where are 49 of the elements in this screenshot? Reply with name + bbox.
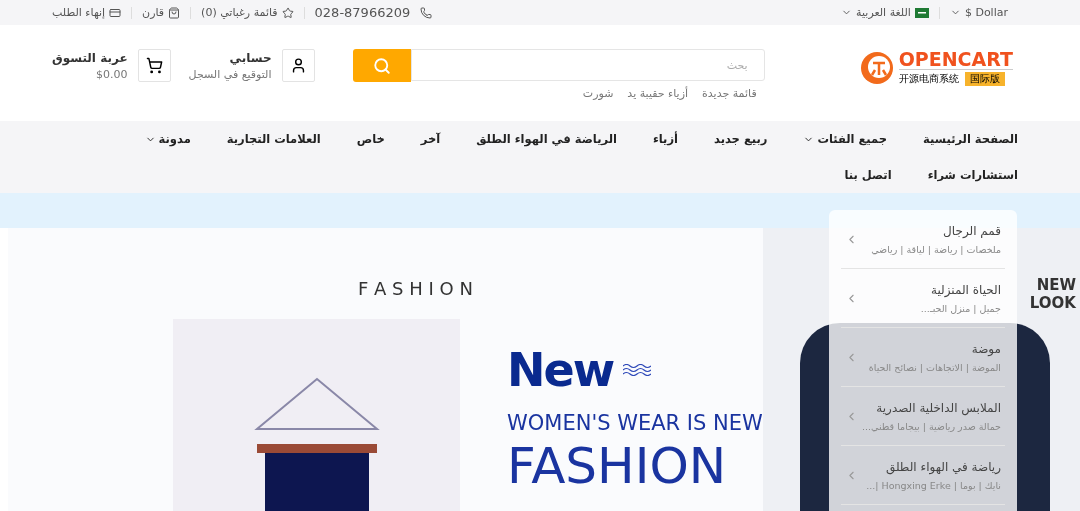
nav-link[interactable]: أزياء <box>652 121 678 157</box>
star-icon <box>281 6 294 19</box>
account-title: حسابي <box>228 50 272 65</box>
banner-big-text: FASHION <box>507 437 728 495</box>
logo-icon <box>858 49 895 86</box>
wishlist-link[interactable]: قائمة رغباتي (0) <box>201 6 294 19</box>
phone-number: 028-87966209 <box>314 5 411 20</box>
cart-title: عربة التسوق <box>52 50 128 65</box>
sign-in-link[interactable]: التوقيع في السجل <box>188 67 272 81</box>
account-button[interactable] <box>281 49 315 82</box>
flag-icon <box>914 7 929 18</box>
currency-selector[interactable]: Dollar $ <box>949 6 1008 19</box>
banner-title: F A S H I O N <box>358 278 473 299</box>
banner-tagline: WOMEN'S WEAR IS NEW <box>507 411 763 435</box>
nav-link[interactable]: الصفحة الرئيسية <box>923 121 1018 157</box>
search-suggestion-link[interactable]: أزياء حقيبة يد <box>627 87 689 100</box>
banner-side-text: NEW LOOK <box>1028 276 1076 312</box>
nav-link[interactable]: خاص <box>356 121 385 157</box>
nav-link[interactable]: آخر <box>420 121 441 157</box>
category-item[interactable]: رياضة في الهواء الطلق نايك | بوما | Hongxing Erke |... <box>841 446 1005 505</box>
waves-icon <box>623 364 652 376</box>
nav-link[interactable]: جميع الفئات <box>803 121 888 157</box>
nav-link[interactable]: العلامات التجارية <box>226 121 321 157</box>
category-item[interactable]: الملابس الداخلية الصدرية حمالة صدر رياضية | بيجاما قطني... <box>841 387 1005 446</box>
checkout-link[interactable]: إنهاء الطلب <box>52 6 122 19</box>
nav-link[interactable]: مدونة <box>144 121 191 157</box>
banner-headline: New <box>507 343 614 397</box>
nav-link[interactable]: ربيع جديد <box>714 121 768 157</box>
nav-link[interactable]: اتصل بنا <box>844 157 892 193</box>
phone-icon <box>420 6 433 19</box>
search-suggestion-link[interactable]: قائمة جديدة <box>702 87 757 100</box>
bag-icon <box>168 6 181 19</box>
search-icon <box>372 56 391 75</box>
category-item[interactable]: الحياة المنزلية جميل | منزل الحبـ... <box>841 269 1005 328</box>
category-item[interactable]: قمم الرجال ملخصات | رياضة | لياقة | رياضي <box>841 210 1005 269</box>
cart-button[interactable] <box>137 49 171 82</box>
cart-total: $0.00 <box>95 67 128 81</box>
category-item[interactable]: موضة الموضة | الاتجاهات | نصائح الحياة <box>841 328 1005 387</box>
card-icon <box>109 6 122 19</box>
nav-link[interactable]: الرياضة في الهواء الطلق <box>476 121 617 157</box>
logo-badge: 国际版 <box>964 72 1005 86</box>
language-selector[interactable]: اللغة العربية <box>841 6 929 19</box>
nav-link[interactable]: استشارات شراء <box>927 157 1018 193</box>
cart-icon <box>145 57 163 74</box>
logo-subtitle: 开源电商系统 <box>898 72 959 86</box>
search-suggestion-link[interactable]: شورت <box>582 87 614 100</box>
compare-link[interactable]: قارن <box>142 6 181 19</box>
search-field[interactable]: بحث <box>410 49 765 81</box>
logo-name: OPENCART <box>898 49 1013 69</box>
